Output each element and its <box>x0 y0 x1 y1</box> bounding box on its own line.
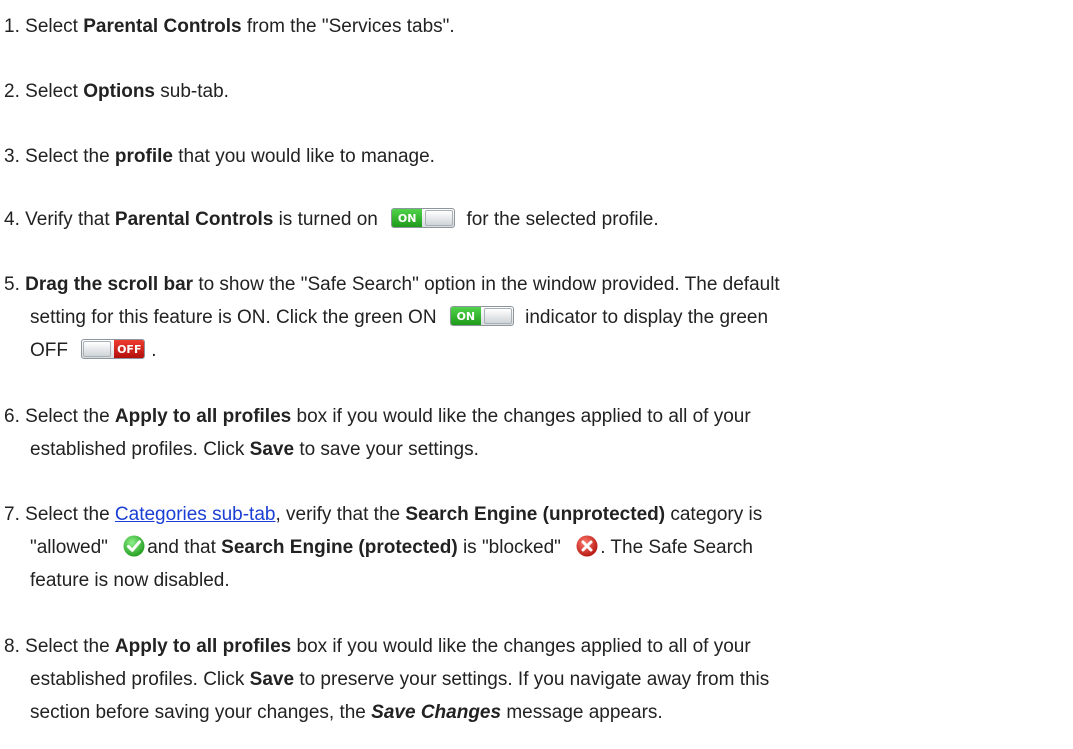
step-number: 8. <box>4 636 20 657</box>
step-text: "allowed" <box>30 537 108 558</box>
step-text: Select the <box>25 636 110 657</box>
step-text: feature is now disabled. <box>30 570 230 591</box>
step-6: 6. Select the Apply to all profiles box … <box>4 400 1064 466</box>
step-bold-text: Save <box>249 669 295 690</box>
step-bold-text: Search Engine (unprotected) <box>405 504 666 525</box>
step-4: 4. Verify that Parental Controls is turn… <box>4 203 1064 236</box>
step-number: 4. <box>4 209 20 230</box>
step-number: 5. <box>4 274 20 295</box>
step-text: Select the <box>25 504 110 525</box>
step-bold-text: Save <box>249 439 295 460</box>
step-number: 7. <box>4 504 20 525</box>
toggle-on-label: ON <box>392 209 423 227</box>
step-number: 6. <box>4 406 20 427</box>
step-text: setting for this feature is ON. Click th… <box>30 307 437 328</box>
step-text: message appears. <box>506 702 663 723</box>
step-bold-text: Options <box>83 81 156 102</box>
step-bold-text: Search Engine (protected) <box>221 537 458 558</box>
step-bold-text: Parental Controls <box>83 16 242 37</box>
step-text: and that <box>147 537 216 558</box>
step-number: 2. <box>4 81 20 102</box>
step-text: established profiles. Click <box>30 439 245 460</box>
step-8: 8. Select the Apply to all profiles box … <box>4 630 1064 729</box>
step-text: Select the <box>25 406 110 427</box>
step-text: for the selected profile. <box>466 209 659 230</box>
on-toggle-icon: ON <box>449 306 514 326</box>
step-text: Select <box>25 16 78 37</box>
step-text: that you would like to manage. <box>178 146 435 167</box>
step-text: , verify that the <box>275 504 401 525</box>
step-text: to show the "Safe Search" option in the … <box>198 274 780 295</box>
step-text: . The Safe Search <box>600 537 754 558</box>
step-text: Select the <box>25 146 110 167</box>
step-text: section before saving your changes, the <box>30 702 366 723</box>
toggle-on-label: ON <box>450 307 481 325</box>
step-3: 3. Select the profile that you would lik… <box>4 140 1064 173</box>
on-toggle-icon: ON <box>391 208 456 228</box>
step-bold-text: Drag the scroll bar <box>25 274 194 295</box>
categories-sub-tab-link[interactable]: Categories sub-tab <box>115 504 276 525</box>
step-bold-text: Apply to all profiles <box>114 406 292 427</box>
step-5: 5. Drag the scroll bar to show the "Safe… <box>4 268 1064 367</box>
checkmark-circle-icon <box>123 535 145 557</box>
toggle-knob <box>483 308 512 324</box>
step-bold-text: Apply to all profiles <box>114 636 292 657</box>
step-text: category is <box>670 504 763 525</box>
toggle-knob <box>425 210 454 226</box>
step-text: box if you would like the changes applie… <box>296 636 751 657</box>
step-text: indicator to display the green <box>525 307 769 328</box>
step-number: 3. <box>4 146 20 167</box>
step-2: 2. Select Options sub-tab. <box>4 75 1064 108</box>
step-bold-text: profile <box>114 146 173 167</box>
step-text: to preserve your settings. If you naviga… <box>299 669 770 690</box>
x-circle-icon <box>576 535 598 557</box>
step-text: sub-tab. <box>160 81 229 102</box>
step-text: box if you would like the changes applie… <box>296 406 751 427</box>
off-toggle-icon: OFF <box>81 339 146 359</box>
step-text: Select <box>25 81 78 102</box>
step-7: 7. Select the Categories sub-tab, verify… <box>4 498 1064 597</box>
step-text: to save your settings. <box>299 439 479 460</box>
step-text: from the "Services tabs". <box>246 16 455 37</box>
step-1: 1. Select Parental Controls from the "Se… <box>4 10 1064 43</box>
step-text: established profiles. Click <box>30 669 245 690</box>
step-bold-italic-text: Save Changes <box>371 702 502 723</box>
step-number: 1. <box>4 16 20 37</box>
step-text: Verify that <box>25 209 110 230</box>
toggle-knob <box>83 341 112 357</box>
toggle-off-label: OFF <box>114 340 145 358</box>
step-bold-text: Parental Controls <box>114 209 274 230</box>
step-text: . <box>151 340 157 361</box>
step-text: OFF <box>30 340 68 361</box>
step-text: is "blocked" <box>462 537 561 558</box>
step-text: is turned on <box>278 209 378 230</box>
